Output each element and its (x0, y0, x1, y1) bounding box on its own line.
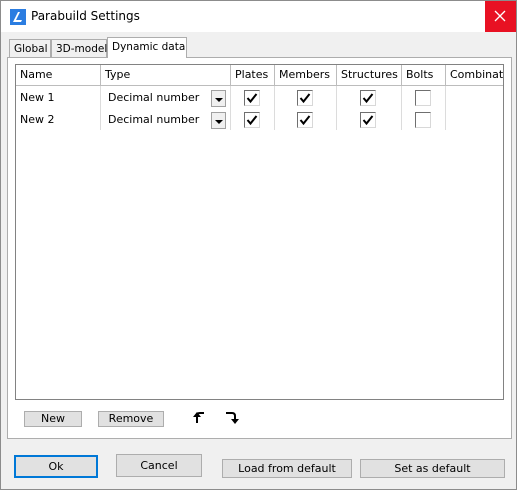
column-divider (274, 86, 275, 130)
checkmark-icon (362, 93, 374, 104)
row-1-type-select[interactable]: Decimal number (104, 87, 208, 109)
column-header-name[interactable]: Name (16, 65, 101, 86)
column-header-members[interactable]: Members (275, 65, 337, 86)
checkmark-icon (299, 115, 311, 126)
row-1-plates-checkbox[interactable] (244, 90, 260, 106)
row-2-bolts-checkbox[interactable] (415, 112, 431, 128)
row-2-structures-checkbox[interactable] (360, 112, 376, 128)
row-1-type-dropdown-icon[interactable] (211, 90, 226, 107)
checkmark-icon (246, 93, 258, 104)
tab-3d-model[interactable]: 3D-model (51, 39, 107, 58)
row-2-members-checkbox[interactable] (297, 112, 313, 128)
row-1-structures-checkbox[interactable] (360, 90, 376, 106)
row-2-type-dropdown-icon[interactable] (211, 112, 226, 129)
load-from-default-button[interactable]: Load from default (222, 459, 352, 478)
window-title: Parabuild Settings (31, 9, 140, 23)
close-icon (494, 10, 506, 22)
new-row-button[interactable]: New (24, 411, 82, 427)
row-2-plates-checkbox[interactable] (244, 112, 260, 128)
checkmark-icon (299, 93, 311, 104)
tab-dynamic-data[interactable]: Dynamic data (107, 37, 187, 58)
row-2-name[interactable]: New 2 (16, 109, 100, 131)
arrow-turn-down-icon[interactable] (224, 410, 240, 426)
column-divider (401, 86, 402, 130)
arrow-turn-up-icon[interactable] (192, 410, 208, 426)
column-divider (230, 86, 231, 130)
row-2-type-select[interactable]: Decimal number (104, 109, 208, 131)
row-1-members-checkbox[interactable] (297, 90, 313, 106)
row-1-bolts-checkbox[interactable] (415, 90, 431, 106)
dynamic-data-grid[interactable]: Name Type Plates Members Structures Bolt… (15, 64, 504, 400)
remove-row-button[interactable]: Remove (98, 411, 164, 427)
parabuild-app-icon (10, 9, 26, 25)
column-divider (336, 86, 337, 130)
column-header-type[interactable]: Type (101, 65, 231, 86)
title-bar: Parabuild Settings (1, 1, 516, 32)
column-divider (445, 86, 446, 130)
column-header-combinations[interactable]: Combinat (446, 65, 503, 86)
column-divider (100, 86, 101, 130)
settings-window: Parabuild Settings Global 3D-model Dynam… (0, 0, 517, 490)
set-as-default-button[interactable]: Set as default (360, 459, 505, 478)
tab-global[interactable]: Global (9, 39, 51, 58)
row-1-name[interactable]: New 1 (16, 87, 100, 109)
close-button[interactable] (485, 1, 516, 32)
dynamic-data-panel: Name Type Plates Members Structures Bolt… (7, 57, 512, 439)
column-header-structures[interactable]: Structures (337, 65, 402, 86)
checkmark-icon (362, 115, 374, 126)
cancel-button[interactable]: Cancel (116, 454, 202, 477)
checkmark-icon (246, 115, 258, 126)
ok-button[interactable]: Ok (14, 455, 98, 478)
column-header-bolts[interactable]: Bolts (402, 65, 446, 86)
column-header-plates[interactable]: Plates (231, 65, 275, 86)
